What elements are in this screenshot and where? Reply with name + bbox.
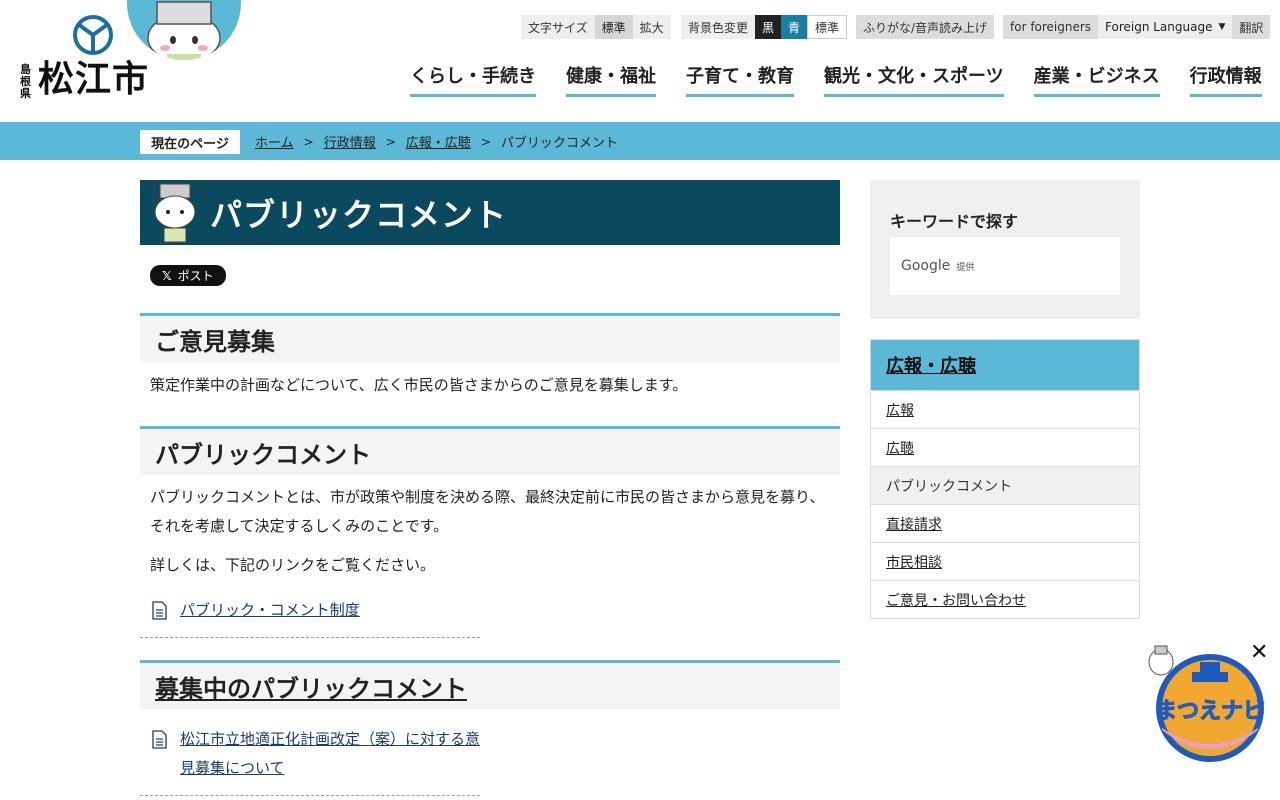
x-logo-icon: 𝕏 xyxy=(162,268,172,283)
sidebar-item-consultation[interactable]: 市民相談 xyxy=(886,552,942,572)
foreign-language-select[interactable]: Foreign Language ▼ xyxy=(1098,15,1233,39)
gnav-tourism[interactable]: 観光・文化・スポーツ xyxy=(824,62,1004,97)
chevron-down-icon: ▼ xyxy=(1218,22,1226,32)
section-heading-open-comments[interactable]: 募集中のパブリックコメント xyxy=(140,660,840,709)
section-nav: 広報・広聴 広報 広聴 パブリックコメント 直接請求 市民相談 ご意見・お問い合… xyxy=(870,339,1140,619)
sidebar-item-direct-request[interactable]: 直接請求 xyxy=(886,514,942,534)
google-logo: Google xyxy=(901,258,951,274)
logo-city-name: 松江市 xyxy=(38,59,150,100)
translate-button[interactable]: 翻訳 xyxy=(1232,15,1271,39)
font-size-label: 文字サイズ xyxy=(521,15,595,39)
location-plan-opinion-link[interactable]: 松江市立地適正化計画改定（案）に対する意見募集について xyxy=(180,725,480,783)
close-icon[interactable]: ✕ xyxy=(1250,640,1268,665)
site-header: 島根県 松江市 文字サイズ 標準 拡大 背景色変更 黒 青 標準 ふりがな/音声… xyxy=(0,0,1280,122)
sidebar-item-inquiry[interactable]: ご意見・お問い合わせ xyxy=(886,590,1026,610)
search-input[interactable]: Google 提供 xyxy=(890,237,1120,295)
breadcrumb-administration[interactable]: 行政情報 xyxy=(324,132,376,151)
font-size-control: 文字サイズ 標準 拡大 xyxy=(521,15,671,39)
furigana-button[interactable]: ふりがな/音声読み上げ xyxy=(856,15,995,39)
divider xyxy=(140,795,480,796)
background-color-control: 背景色変更 黒 青 標準 xyxy=(681,15,848,39)
gnav-administration[interactable]: 行政情報 xyxy=(1189,62,1262,97)
section-text-definition: パブリックコメントとは、市が政策や制度を決める際、最終決定前に市民の皆さまから意… xyxy=(150,488,825,535)
global-nav: くらし・手続き 健康・福祉 子育て・教育 観光・文化・スポーツ 産業・ビジネス … xyxy=(410,62,1262,97)
site-logo[interactable]: 島根県 松江市 xyxy=(20,14,150,104)
section-nav-title[interactable]: 広報・広聴 xyxy=(886,352,976,378)
bg-blue-button[interactable]: 青 xyxy=(781,15,808,39)
sidebar-item-public-comment: パブリックコメント xyxy=(871,466,1139,504)
public-comment-system-link[interactable]: パブリック・コメント制度 xyxy=(180,596,360,625)
logo-prefecture: 島根県 xyxy=(20,63,31,100)
mascot-icon xyxy=(154,183,196,242)
section-text-opinions: 策定作業中の計画などについて、広く市民の皆さまからのご意見を募集します。 xyxy=(150,376,688,394)
section-heading-opinions: ご意見募集 xyxy=(140,313,840,362)
breadcrumb-current: パブリックコメント xyxy=(500,136,618,151)
google-provided-label: 提供 xyxy=(956,262,975,273)
document-icon xyxy=(152,601,167,620)
x-post-label: ポスト xyxy=(177,269,214,283)
list-item: パブリック・コメント制度 xyxy=(140,596,480,625)
document-icon xyxy=(152,730,167,749)
sidebar: キーワードで探す Google 提供 広報・広聴 広報 広聴 パブリックコメント… xyxy=(870,180,1140,619)
main-content: パブリックコメント 𝕏 ポスト ご意見募集 策定作業中の計画などについて、広く市… xyxy=(140,180,840,796)
sidebar-item-pr[interactable]: 広報 xyxy=(886,400,914,420)
chevron-right-icon: > xyxy=(480,134,491,149)
font-standard-button[interactable]: 標準 xyxy=(594,15,633,39)
keyword-search-title: キーワードで探す xyxy=(890,212,1019,231)
gnav-health[interactable]: 健康・福祉 xyxy=(566,62,656,97)
divider xyxy=(140,637,480,638)
sidebar-item-hearing[interactable]: 広聴 xyxy=(886,438,914,458)
foreign-language-label: Foreign Language xyxy=(1105,20,1213,34)
for-foreigners-button[interactable]: for foreigners xyxy=(1003,15,1099,39)
gnav-childcare[interactable]: 子育て・教育 xyxy=(686,62,794,97)
gnav-business[interactable]: 産業・ビジネス xyxy=(1033,62,1160,97)
keyword-search: キーワードで探す Google 提供 xyxy=(870,180,1140,319)
section-heading-public-comment: パブリックコメント xyxy=(140,426,840,475)
breadcrumb: 現在のページ ホーム > 行政情報 > 広報・広聴 > パブリックコメント xyxy=(0,122,1280,160)
breadcrumb-home[interactable]: ホーム xyxy=(255,132,294,151)
font-large-button[interactable]: 拡大 xyxy=(632,15,671,39)
gnav-living[interactable]: くらし・手続き xyxy=(410,62,536,97)
page-title: パブリックコメント xyxy=(210,195,508,234)
breadcrumb-label: 現在のページ xyxy=(140,130,240,154)
bg-standard-button[interactable]: 標準 xyxy=(807,15,848,39)
city-emblem-icon xyxy=(73,15,113,55)
section-text-details: 詳しくは、下記のリンクをご覧ください。 xyxy=(150,556,436,574)
section-heading-open-comments-label: 募集中のパブリックコメント xyxy=(155,674,467,703)
matsue-navi-label: まつえナビ xyxy=(1155,699,1265,724)
chevron-right-icon: > xyxy=(385,134,396,149)
page-title-bar: パブリックコメント xyxy=(140,180,840,245)
list-item: 松江市立地適正化計画改定（案）に対する意見募集について xyxy=(140,725,480,783)
x-post-button[interactable]: 𝕏 ポスト xyxy=(150,265,226,286)
chevron-right-icon: > xyxy=(303,134,314,149)
bg-black-button[interactable]: 黒 xyxy=(755,15,782,39)
breadcrumb-pr[interactable]: 広報・広聴 xyxy=(406,132,471,151)
bg-color-label: 背景色変更 xyxy=(681,15,756,39)
